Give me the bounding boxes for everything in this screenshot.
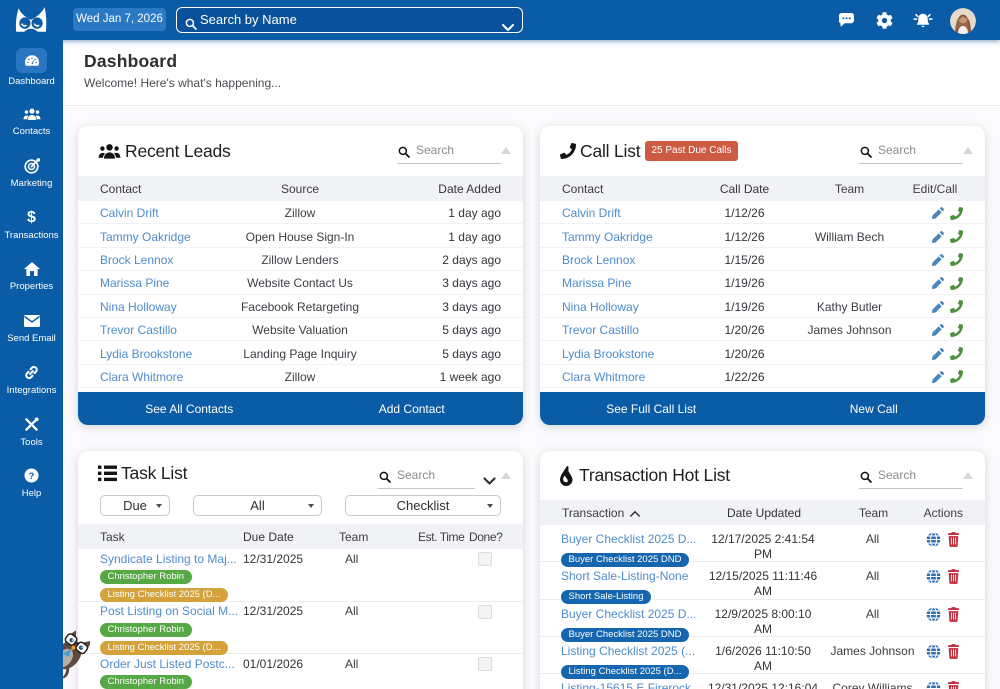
svg-text:?: ? xyxy=(29,471,35,481)
